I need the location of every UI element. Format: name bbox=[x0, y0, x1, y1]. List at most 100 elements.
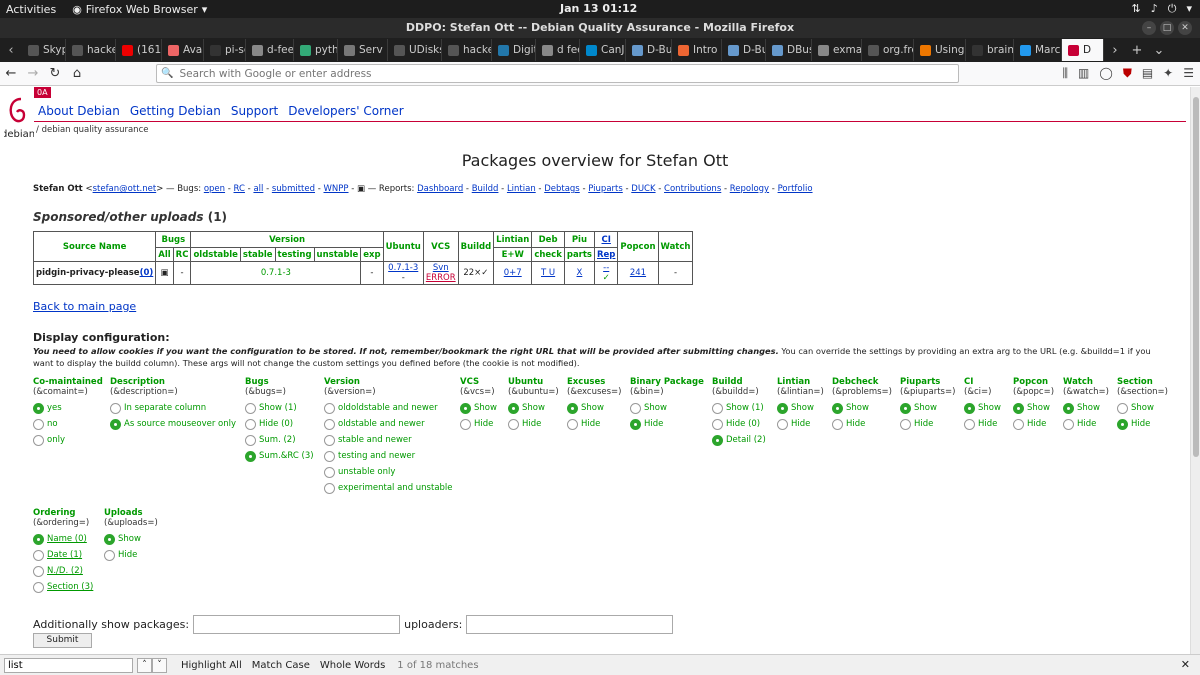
config-option[interactable]: Show bbox=[1117, 400, 1168, 416]
tab-scroll-right-icon[interactable]: › bbox=[1104, 40, 1126, 60]
radio-button[interactable] bbox=[1117, 418, 1128, 430]
tab-19[interactable]: Using bbox=[914, 39, 966, 61]
ci-link[interactable]: CI bbox=[602, 235, 611, 245]
radio-button[interactable] bbox=[964, 402, 975, 414]
radio-button[interactable] bbox=[1063, 402, 1074, 414]
ci-status-link[interactable]: -- bbox=[603, 263, 609, 273]
debian-logo[interactable]: debian bbox=[4, 93, 34, 143]
clock[interactable]: Jan 13 01:12 bbox=[560, 2, 637, 15]
config-option[interactable]: Sum. (2) bbox=[245, 432, 314, 448]
tab-15[interactable]: D-Bu bbox=[722, 39, 766, 61]
tab-16[interactable]: DBus bbox=[766, 39, 812, 61]
radio-button[interactable] bbox=[712, 402, 723, 414]
config-option[interactable]: Section (3) bbox=[33, 579, 93, 595]
radio-button[interactable] bbox=[1013, 402, 1024, 414]
config-option[interactable]: Show bbox=[460, 400, 497, 416]
config-option[interactable]: Show bbox=[832, 400, 892, 416]
config-option[interactable]: experimental and unstable bbox=[324, 480, 453, 496]
tab-7[interactable]: Serv bbox=[338, 39, 388, 61]
submit-button[interactable]: Submit bbox=[33, 633, 92, 648]
maximize-button[interactable]: □ bbox=[1160, 21, 1174, 35]
config-option[interactable]: Show bbox=[777, 400, 824, 416]
config-option[interactable]: Hide bbox=[567, 416, 622, 432]
app-menu[interactable]: ◉ Firefox Web Browser ▾ bbox=[72, 3, 207, 16]
radio-button[interactable] bbox=[712, 434, 723, 446]
config-option[interactable]: Show bbox=[900, 400, 955, 416]
find-input[interactable] bbox=[4, 657, 133, 673]
radio-button[interactable] bbox=[567, 402, 578, 414]
radio-button[interactable] bbox=[324, 450, 335, 462]
radio-button[interactable] bbox=[630, 402, 641, 414]
tab-12[interactable]: CanJ bbox=[580, 39, 626, 61]
config-option[interactable]: Hide bbox=[1117, 416, 1168, 432]
whole-words-toggle[interactable]: Whole Words bbox=[320, 660, 385, 671]
tab-11[interactable]: d fee bbox=[536, 39, 580, 61]
config-option[interactable]: Date (1) bbox=[33, 547, 93, 563]
report-dashboard[interactable]: Dashboard bbox=[417, 184, 463, 194]
scrollbar-thumb[interactable] bbox=[1193, 97, 1199, 457]
radio-button[interactable] bbox=[33, 434, 44, 446]
report-portfolio[interactable]: Portfolio bbox=[778, 184, 813, 194]
config-option[interactable]: Hide bbox=[964, 416, 1001, 432]
tab-6[interactable]: pyth bbox=[294, 39, 338, 61]
radio-button[interactable] bbox=[324, 434, 335, 446]
radio-button[interactable] bbox=[777, 402, 788, 414]
vcs-link[interactable]: Svn bbox=[433, 263, 449, 273]
radio-button[interactable] bbox=[33, 565, 44, 577]
radio-button[interactable] bbox=[245, 450, 256, 462]
menu-icon[interactable]: ☰ bbox=[1183, 66, 1194, 81]
radio-button[interactable] bbox=[110, 418, 121, 430]
find-next-button[interactable]: ˅ bbox=[152, 657, 167, 673]
nav-support[interactable]: Support bbox=[231, 104, 278, 118]
close-button[interactable]: ✕ bbox=[1178, 21, 1192, 35]
radio-button[interactable] bbox=[460, 418, 471, 430]
config-option[interactable]: Show bbox=[964, 400, 1001, 416]
config-option[interactable]: no bbox=[33, 416, 103, 432]
find-previous-button[interactable]: ˄ bbox=[137, 657, 152, 673]
config-option[interactable]: Sum.&RC (3) bbox=[245, 448, 314, 464]
bugs-submitted-link[interactable]: submitted bbox=[272, 184, 315, 194]
bugs-wnpp-link[interactable]: WNPP bbox=[324, 184, 349, 194]
rep-link[interactable]: Rep bbox=[597, 250, 615, 260]
nav-about[interactable]: About Debian bbox=[38, 104, 120, 118]
lintian-link[interactable]: 0+7 bbox=[504, 268, 522, 278]
back-button[interactable]: ← bbox=[0, 64, 22, 84]
ublock-icon[interactable]: ⛊ bbox=[1123, 66, 1132, 81]
activities-button[interactable]: Activities bbox=[6, 3, 56, 16]
tab-0[interactable]: Skyp bbox=[22, 39, 66, 61]
radio-button[interactable] bbox=[33, 581, 44, 593]
tab-1[interactable]: hackers bbox=[66, 39, 116, 61]
close-find-icon[interactable]: ✕ bbox=[1181, 658, 1190, 671]
bugs-open-link[interactable]: open bbox=[204, 184, 225, 194]
nav-getting[interactable]: Getting Debian bbox=[130, 104, 221, 118]
config-option[interactable]: Detail (2) bbox=[712, 432, 766, 448]
additional-packages-input[interactable] bbox=[193, 615, 401, 634]
popcon-link[interactable]: 241 bbox=[630, 268, 646, 278]
config-option[interactable]: Hide (0) bbox=[245, 416, 314, 432]
config-option[interactable]: stable and newer bbox=[324, 432, 453, 448]
config-option[interactable]: oldoldstable and newer bbox=[324, 400, 453, 416]
tab-5[interactable]: d-fee bbox=[246, 39, 294, 61]
config-option[interactable]: Show bbox=[630, 400, 704, 416]
config-option[interactable]: Hide bbox=[1013, 416, 1054, 432]
radio-button[interactable] bbox=[33, 402, 44, 414]
home-button[interactable]: ⌂ bbox=[66, 64, 88, 84]
config-option[interactable]: Show bbox=[104, 531, 158, 547]
piuparts-link[interactable]: X bbox=[577, 268, 583, 278]
tab-list-icon[interactable]: ⌄ bbox=[1148, 40, 1170, 60]
radio-button[interactable] bbox=[104, 533, 115, 545]
developer-email[interactable]: stefan@ott.net bbox=[93, 184, 157, 194]
highlight-all-toggle[interactable]: Highlight All bbox=[181, 660, 242, 671]
extension-icon-2[interactable]: ✦ bbox=[1163, 66, 1173, 81]
config-option[interactable]: Hide bbox=[1063, 416, 1109, 432]
report-contributions[interactable]: Contributions bbox=[664, 184, 721, 194]
bugs-all-link[interactable]: all bbox=[253, 184, 263, 194]
uploaders-input[interactable] bbox=[466, 615, 674, 634]
config-option[interactable]: Hide bbox=[777, 416, 824, 432]
radio-button[interactable] bbox=[1117, 402, 1128, 414]
report-repology[interactable]: Repology bbox=[730, 184, 769, 194]
radio-button[interactable] bbox=[33, 549, 44, 561]
bugs-all-cell[interactable]: ▣ bbox=[155, 261, 174, 285]
radio-button[interactable] bbox=[508, 402, 519, 414]
radio-button[interactable] bbox=[324, 418, 335, 430]
